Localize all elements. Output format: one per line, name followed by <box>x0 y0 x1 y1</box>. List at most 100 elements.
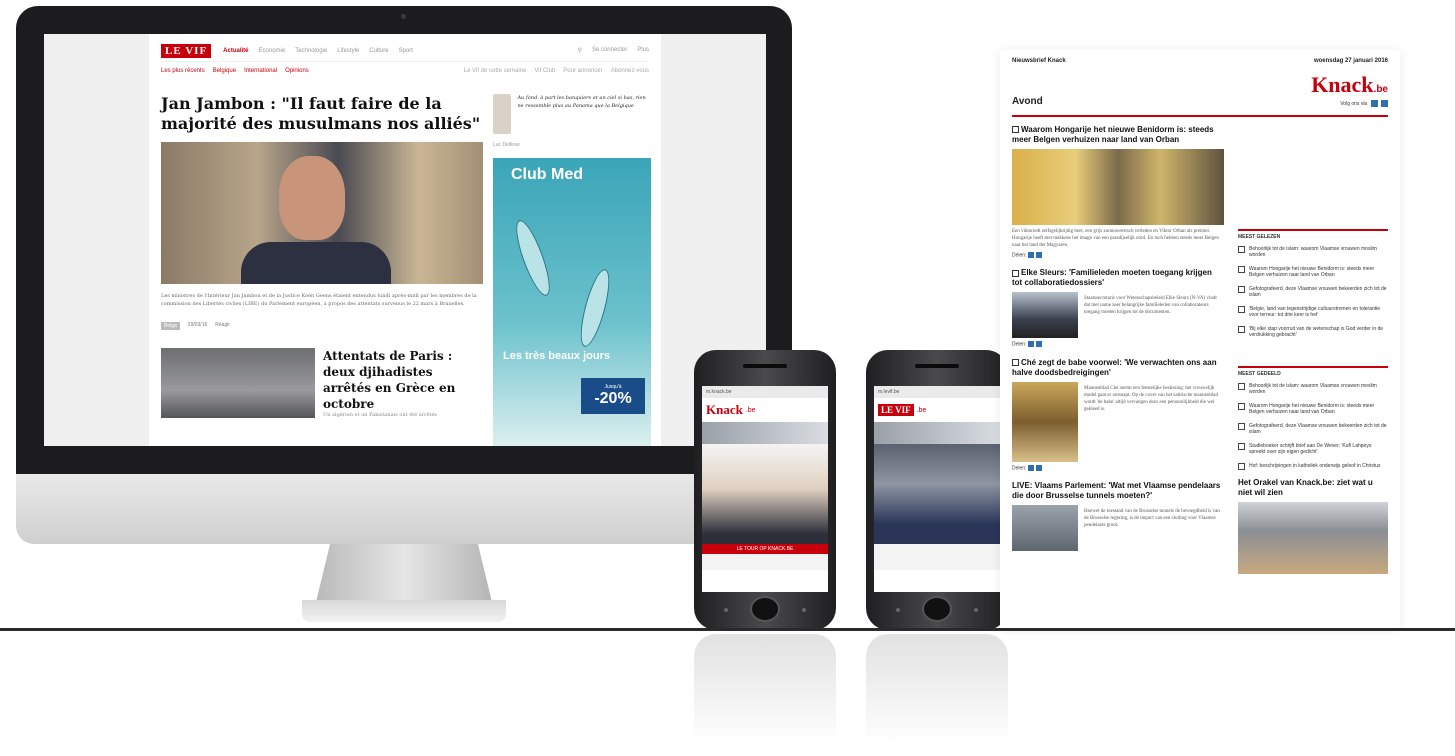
phone-reflection <box>694 634 836 744</box>
facebook-icon[interactable] <box>1036 252 1043 258</box>
mobile-ad-banner[interactable] <box>874 422 1000 444</box>
newsletter-edition: Avond <box>1012 96 1043 107</box>
speaker-grille <box>743 364 787 368</box>
login-link[interactable]: Se connecter <box>592 47 627 54</box>
most-read-item[interactable]: 'Bij elke stap voorruit van de wetenscha… <box>1238 326 1388 338</box>
subnav-item-international[interactable]: International <box>244 68 277 74</box>
article-title[interactable]: Ché zegt de babe voorwel: 'We verwachten… <box>1012 358 1224 378</box>
knack-logo-text: Knack <box>1311 72 1374 97</box>
second-article[interactable]: Attentats de Paris : deux djihadistes ar… <box>161 348 483 418</box>
knack-logo[interactable]: Knack.be Volg ons via <box>1311 72 1388 107</box>
twitter-icon[interactable] <box>1370 100 1378 107</box>
most-shared-item[interactable]: Gefotografeerd, deze Vlaamse vrouwen bek… <box>1238 423 1388 435</box>
facebook-icon[interactable] <box>1036 464 1043 471</box>
newsletter-header: Avond Knack.be Volg ons via <box>1012 72 1388 107</box>
knack-logo-suffix: .be <box>1373 84 1388 95</box>
article-thumbnail[interactable] <box>1012 504 1078 551</box>
article[interactable]: Elke Sleurs: 'Familieleden moeten toegan… <box>1012 268 1224 348</box>
share-row: Delen: <box>1012 464 1224 471</box>
quote-box[interactable]: Au fond, à part les banquiers et un ciel… <box>493 94 651 142</box>
mobile-lead-photo[interactable] <box>874 444 1000 544</box>
facebook-icon[interactable] <box>1381 100 1388 107</box>
article-thumbnail[interactable] <box>1012 381 1078 462</box>
most-shared-item[interactable]: Behoorlijk tot de islam: waarom Vlaamse … <box>1238 383 1388 395</box>
subnav-item-belgique[interactable]: Belgique <box>213 68 236 74</box>
most-read-item[interactable]: Gefotografeerd, deze Vlaamse vrouwen bek… <box>1238 286 1388 298</box>
article-row: Mannenblad Ché neemt een feestelijke bes… <box>1012 381 1224 462</box>
kayak-illustration <box>509 216 557 300</box>
subnav-item-advertise[interactable]: Pour annoncer <box>563 68 602 74</box>
home-button[interactable] <box>922 596 952 622</box>
most-shared-item[interactable]: Studieboeker schrijft brief aan De Wever… <box>1238 443 1388 455</box>
article[interactable]: Waarom Hongarije het nieuwe Benidorm is:… <box>1012 125 1224 258</box>
article-thumbnail[interactable] <box>1012 292 1078 339</box>
most-shared-item[interactable]: Hof: beschrijvingen in katholiek onderwi… <box>1238 463 1388 470</box>
lead-photo[interactable] <box>161 142 483 284</box>
quote-author[interactable]: Luc Dellisse <box>493 142 651 148</box>
imac-stand <box>316 544 492 602</box>
clubmed-ad[interactable]: Club Med Les très beaux jours Jusqu'à -2… <box>493 158 651 446</box>
levif-logo[interactable]: LE VIF <box>878 404 914 416</box>
most-read-item[interactable]: 'Belgie, land van tegenstrijdige cultuur… <box>1238 306 1388 318</box>
most-read-item[interactable]: Waarom Hongarije het nieuwe Benidorm is:… <box>1238 266 1388 278</box>
nav-item-culture[interactable]: Culture <box>369 48 388 54</box>
article-title[interactable]: Elke Sleurs: 'Familieleden moeten toegan… <box>1012 268 1224 288</box>
lead-column: Jan Jambon : "Il faut faire de la majori… <box>161 94 483 446</box>
article[interactable]: Ché zegt de babe voorwel: 'We verwachten… <box>1012 358 1224 471</box>
knack-logo[interactable]: Knack <box>706 402 743 418</box>
article-title[interactable]: LIVE: Vlaams Parlement: 'Wat met Vlaamse… <box>1012 481 1224 501</box>
subnav-item-club[interactable]: Vif Club <box>534 68 555 74</box>
mobile-lead-photo[interactable] <box>702 444 828 544</box>
twitter-icon[interactable] <box>1028 464 1035 471</box>
mobile-promo-bar[interactable]: LE TOUR OP KNACK.BE <box>702 544 828 554</box>
subnav-right: Le Vif de cette semaine Vif Club Pour an… <box>464 68 649 74</box>
search-icon[interactable]: ⚲ <box>578 47 582 54</box>
sub-nav: Les plus récents Belgique International … <box>161 62 649 94</box>
second-article-title[interactable]: Attentats de Paris : deux djihadistes ar… <box>323 348 483 412</box>
most-shared-item[interactable]: Waarom Hongarije het nieuwe Benidorm is:… <box>1238 403 1388 415</box>
twitter-icon[interactable] <box>1028 341 1035 348</box>
lead-headline[interactable]: Jan Jambon : "Il faut faire de la majori… <box>161 94 483 134</box>
subnav-item-magazine[interactable]: Le Vif de cette semaine <box>464 68 527 74</box>
home-button[interactable] <box>750 596 780 622</box>
lead-caption: Les ministres de l'Intérieur Jan Jambon … <box>161 293 477 307</box>
nav-item-sport[interactable]: Sport <box>399 48 413 54</box>
newsletter-body: Waarom Hongarije het nieuwe Benidorm is:… <box>1012 125 1388 574</box>
second-article-thumbnail[interactable] <box>161 348 315 418</box>
nav-item-technologie[interactable]: Technologie <box>295 48 327 54</box>
mobile-header: Knack .be <box>702 398 828 422</box>
camera-icon <box>401 14 406 19</box>
list-bullet-icon <box>1238 443 1245 450</box>
photo-face <box>279 156 345 240</box>
article[interactable]: LIVE: Vlaams Parlement: 'Wat met Vlaamse… <box>1012 481 1224 551</box>
newsletter-label: Nieuwsbrief Knack <box>1012 58 1066 64</box>
sidebar: Au fond, à part les banquiers et un ciel… <box>493 94 651 446</box>
nav-item-actualite[interactable]: Actualité <box>223 48 248 54</box>
ad-brand: Club Med <box>511 166 583 183</box>
button-dot <box>896 608 900 612</box>
comment-link[interactable]: Réagir <box>215 322 230 330</box>
orakel-image[interactable] <box>1238 502 1388 574</box>
nav-item-economie[interactable]: Economie <box>259 48 286 54</box>
main-nav: Actualité Economie Technologie Lifestyle… <box>223 48 413 54</box>
twitter-icon[interactable] <box>1028 252 1035 258</box>
subnav-item-subscribe[interactable]: Abonnez-vous <box>611 68 649 74</box>
facebook-icon[interactable] <box>1036 341 1043 348</box>
mobile-ad-banner[interactable] <box>702 422 828 444</box>
subnav-item-opinions[interactable]: Opinions <box>285 68 309 74</box>
url-bar[interactable]: m.knack.be <box>702 386 828 398</box>
button-dot <box>802 608 806 612</box>
more-menu-link[interactable]: Plus <box>637 47 649 54</box>
subnav-item-recent[interactable]: Les plus récents <box>161 68 205 74</box>
photo-suit <box>241 242 391 284</box>
levif-logo[interactable]: LE VIF <box>161 43 212 58</box>
orakel-title[interactable]: Het Orakel van Knack.be: ziet wat u niet… <box>1238 478 1388 498</box>
nav-item-lifestyle[interactable]: Lifestyle <box>337 48 359 54</box>
ad-discount-badge: Jusqu'à -20% <box>581 378 645 414</box>
url-bar[interactable]: m.levif.be <box>874 386 1000 398</box>
article-image[interactable] <box>1012 149 1224 225</box>
most-read-item[interactable]: Behoorlijk tot de islam: waarom Vlaamse … <box>1238 246 1388 258</box>
logo-suffix: .be <box>916 406 927 414</box>
article-title[interactable]: Waarom Hongarije het nieuwe Benidorm is:… <box>1012 125 1224 145</box>
ad-discount-value: -20% <box>594 390 632 407</box>
